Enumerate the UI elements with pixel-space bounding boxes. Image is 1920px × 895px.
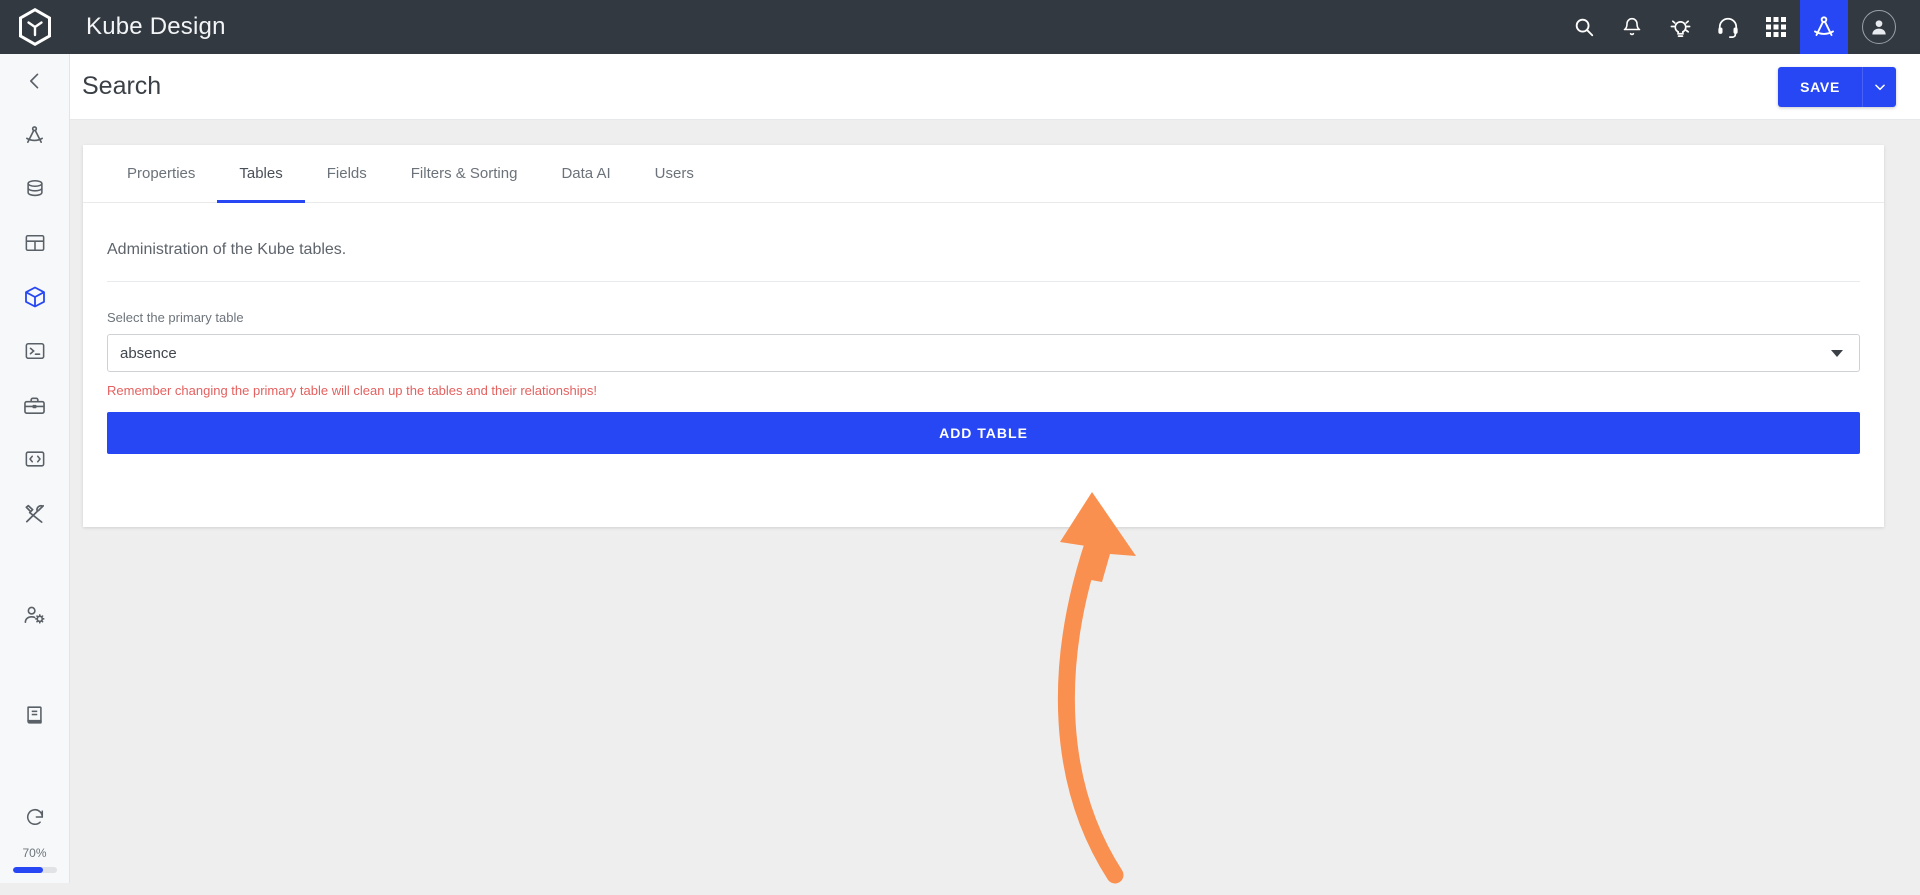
headset-support-icon[interactable] [1704,0,1752,54]
tab-label: Users [654,165,694,182]
sidebar-item-database[interactable] [0,162,70,216]
sidebar-collapse-button[interactable] [0,54,70,108]
kube-hexagon-logo[interactable] [0,0,70,54]
tab-data-ai[interactable]: Data AI [539,145,632,202]
page-title: Search [82,72,162,100]
tab-tables[interactable]: Tables [217,145,306,203]
search-icon[interactable] [1560,0,1608,54]
topbar-icon-group [1560,0,1920,54]
add-table-button[interactable]: ADD TABLE [107,412,1860,454]
content-card: Properties Tables Fields Filters & Sorting D… [83,145,1884,527]
tab-label: Tables [239,165,283,182]
save-button[interactable]: SAVE [1778,66,1862,107]
sidebar-item-tables[interactable] [0,216,70,270]
card-body: Administration of the Kube tables. Selec… [83,203,1884,454]
sidebar-item-toolbox[interactable] [0,378,70,432]
sidebar-item-code[interactable] [0,432,70,486]
apps-grid-icon[interactable] [1752,0,1800,54]
tab-label: Data AI [561,165,611,182]
usage-progress-bar [12,867,57,873]
tab-users[interactable]: Users [633,145,716,202]
tab-label: Filters & Sorting [410,165,518,182]
sidebar-item-models[interactable] [0,270,70,324]
tab-fields[interactable]: Fields [305,145,389,202]
sidebar-item-design[interactable] [0,108,70,162]
primary-table-select-value: absence [120,344,177,362]
sidebar-item-terminal[interactable] [0,324,70,378]
tab-bar: Properties Tables Fields Filters & Sorting D… [83,145,1884,203]
tab-filters-sorting[interactable]: Filters & Sorting [389,145,540,202]
bell-icon[interactable] [1608,0,1656,54]
page-header: Search SAVE [70,54,1920,120]
usage-progress-fill [12,867,44,873]
usage-percent-label: 70% [22,846,47,860]
sidebar-item-docs[interactable] [0,688,70,742]
primary-table-label: Select the primary table [107,310,244,325]
primary-table-warning: Remember changing the primary table will… [107,383,597,398]
top-bar: Kube Design [0,0,1920,54]
primary-table-select[interactable]: absence [107,334,1860,372]
brand-title: Kube Design [86,13,226,40]
tab-label: Properties [127,165,196,182]
redo-arrow-icon[interactable] [0,790,70,844]
user-avatar-icon[interactable] [1862,10,1896,44]
section-description: Administration of the Kube tables. [107,203,1860,282]
tab-label: Fields [326,165,367,182]
caret-down-icon [1831,349,1843,357]
sidebar-footer: 70% [0,790,70,883]
tab-properties[interactable]: Properties [105,145,217,202]
callout-arrow [1040,470,1340,890]
sidebar-item-user-settings[interactable] [0,588,70,642]
save-dropdown-chevron-down-icon[interactable] [1862,66,1896,107]
lightbulb-idea-icon[interactable] [1656,0,1704,54]
sidebar-item-tools[interactable] [0,486,70,540]
drafting-compass-icon[interactable] [1800,0,1848,54]
save-button-group: SAVE [1778,66,1896,107]
left-sidebar: 70% [0,54,70,883]
